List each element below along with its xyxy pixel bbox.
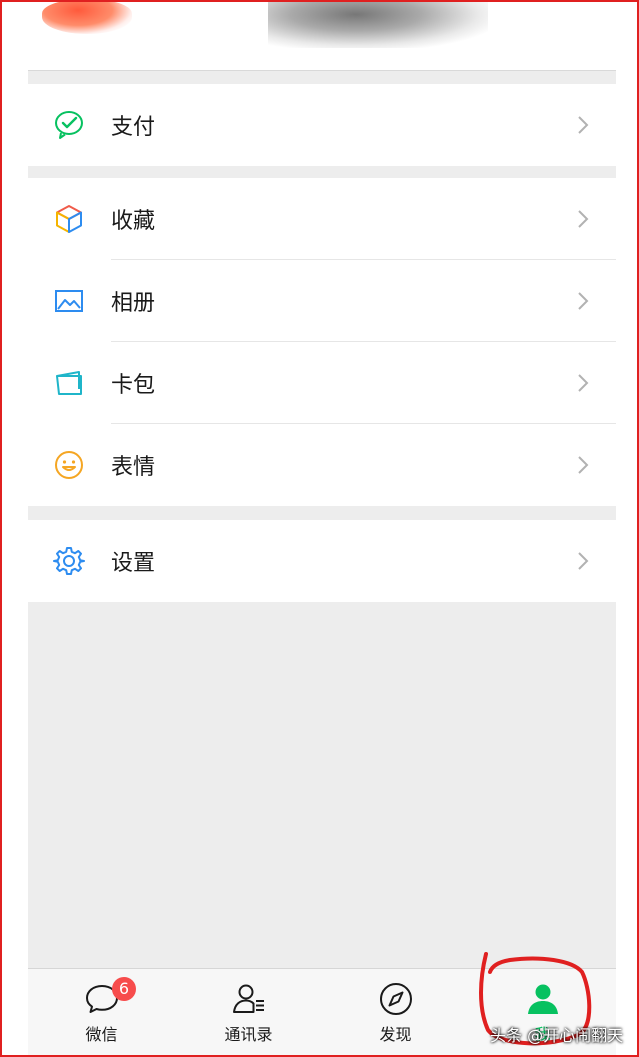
wechat-me-screen: 支付 收藏 相册 卡包 表情 设置 6 微信 通讯录 发现 我 bbox=[28, 0, 616, 1057]
person-icon bbox=[527, 984, 558, 1014]
watermark-text: 头条 @开心闹翻天 bbox=[490, 1026, 624, 1045]
menu-item-cards[interactable]: 卡包 bbox=[28, 342, 616, 424]
cube-icon bbox=[56, 205, 82, 233]
tab-label: 微信 bbox=[85, 1025, 118, 1044]
menu-label: 相册 bbox=[111, 291, 156, 316]
card-wallet-icon bbox=[56, 371, 82, 395]
contacts-icon bbox=[232, 984, 264, 1013]
chevron-right-icon bbox=[578, 374, 589, 392]
chevron-right-icon bbox=[578, 292, 589, 310]
chevron-right-icon bbox=[578, 552, 589, 570]
tab-chats[interactable]: 6 微信 bbox=[28, 969, 175, 1057]
chevron-right-icon bbox=[578, 116, 589, 134]
tab-discover[interactable]: 发现 bbox=[322, 969, 469, 1057]
chevron-right-icon bbox=[578, 456, 589, 474]
menu-item-album[interactable]: 相册 bbox=[28, 260, 616, 342]
menu-item-stickers[interactable]: 表情 bbox=[28, 424, 616, 506]
compass-icon bbox=[379, 983, 412, 1015]
pay-group: 支付 bbox=[28, 84, 616, 166]
menu-item-pay[interactable]: 支付 bbox=[28, 84, 616, 166]
wechat-pay-icon bbox=[55, 111, 83, 139]
picture-icon bbox=[55, 290, 83, 312]
menu-item-favorites[interactable]: 收藏 bbox=[28, 178, 616, 260]
tab-label: 通讯录 bbox=[224, 1025, 273, 1044]
nickname-blurred bbox=[268, 0, 488, 48]
menu-label: 收藏 bbox=[111, 209, 156, 234]
gear-icon bbox=[53, 547, 85, 575]
menu-item-settings[interactable]: 设置 bbox=[28, 520, 616, 602]
smiley-icon bbox=[55, 451, 83, 479]
profile-header[interactable] bbox=[28, 0, 616, 71]
tab-contacts[interactable]: 通讯录 bbox=[175, 969, 322, 1057]
settings-group: 设置 bbox=[28, 520, 616, 602]
avatar-blurred bbox=[42, 0, 132, 34]
unread-badge: 6 bbox=[112, 977, 136, 1001]
menu-label: 支付 bbox=[111, 115, 156, 140]
menu-label: 设置 bbox=[111, 551, 156, 576]
menu-label: 表情 bbox=[111, 455, 156, 480]
features-group: 收藏 相册 卡包 表情 bbox=[28, 178, 616, 506]
menu-label: 卡包 bbox=[111, 373, 156, 398]
chevron-right-icon bbox=[578, 210, 589, 228]
tab-label: 发现 bbox=[379, 1025, 412, 1044]
